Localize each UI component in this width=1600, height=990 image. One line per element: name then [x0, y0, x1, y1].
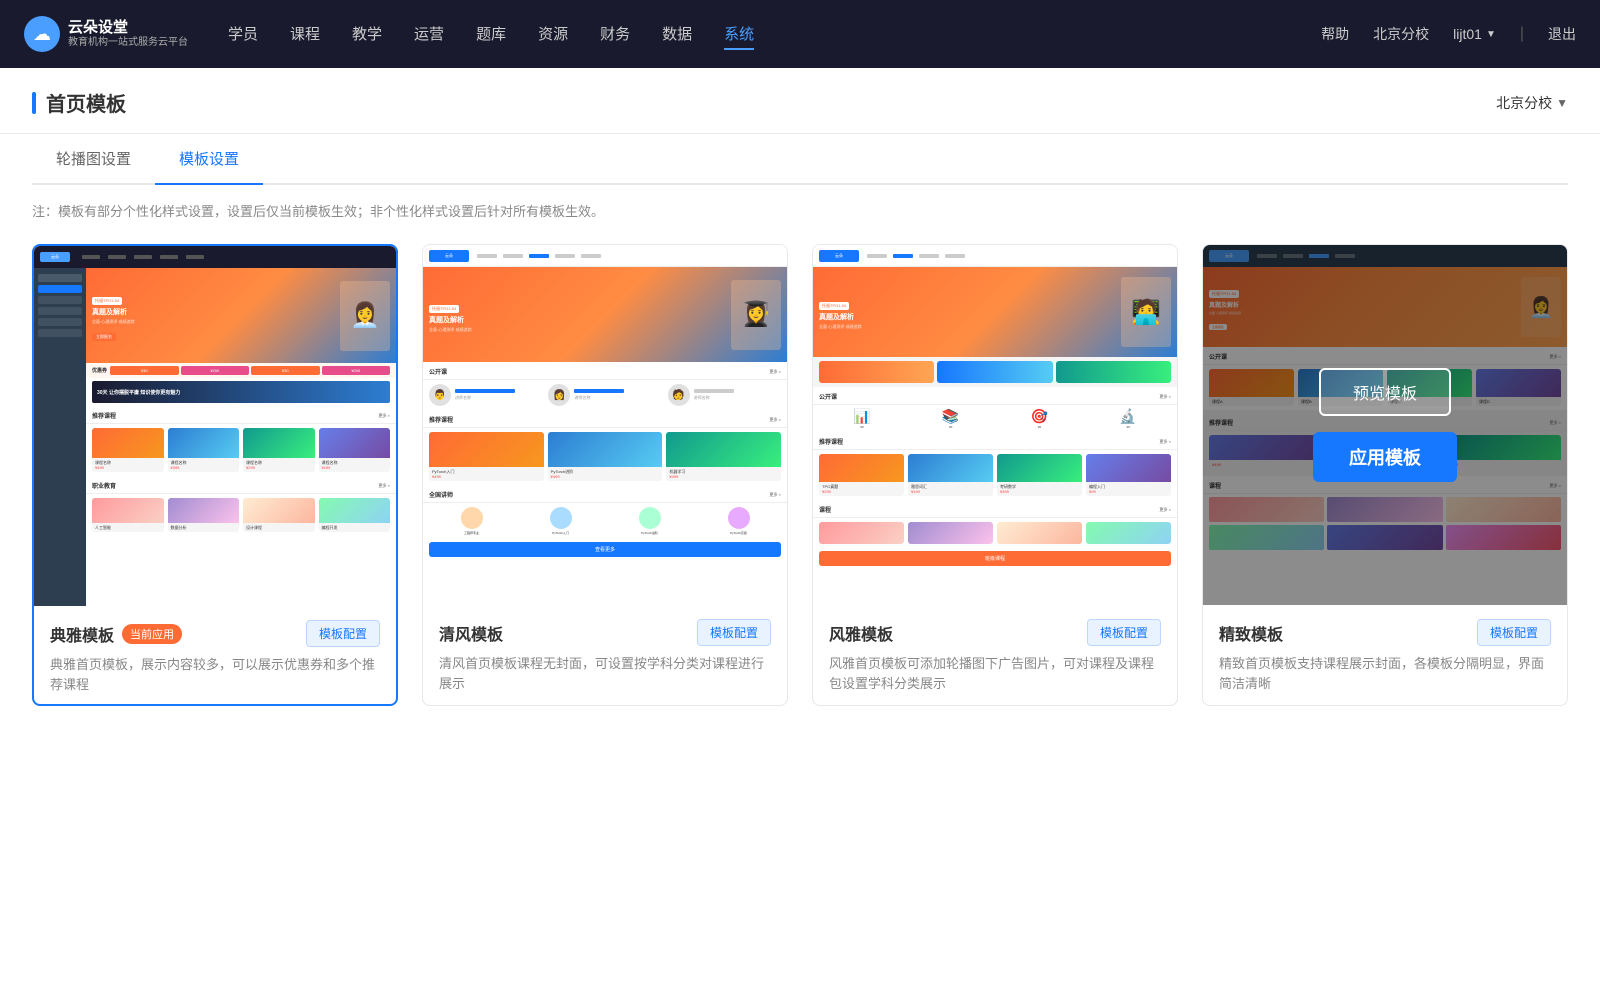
logo-sub: 教育机构一站式服务云平台 [68, 37, 188, 49]
nav-logo[interactable]: ☁ 云朵设堂 教育机构一站式服务云平台 [24, 16, 188, 52]
template-desc-qingfeng: 清风首页模板课程无封面，可设置按学科分类对课程进行展示 [439, 654, 771, 693]
page-content: 首页模板 北京分校 ▼ 轮播图设置 模板设置 注：模板有部分个性化样式设置，设置… [0, 68, 1600, 990]
mini-nav: 云朵 [34, 246, 396, 268]
user-chevron-icon: ▼ [1486, 29, 1496, 40]
main-nav: ☁ 云朵设堂 教育机构一站式服务云平台 学员 课程 教学 运营 题库 资源 财务… [0, 0, 1600, 68]
template-info-dianye: 典雅模板 当前应用 模板配置 典雅首页模板，展示内容较多，可以展示优惠券和多个推… [34, 606, 396, 704]
nav-item-course[interactable]: 课程 [290, 19, 320, 50]
page-title: 首页模板 [46, 88, 126, 117]
template-desc-jingzhi: 精致首页模板支持课程展示封面，各模板分隔明显，界面简洁清晰 [1219, 654, 1551, 693]
mini-site-fengya: 云朵 托福TPO1-54 真题及解析 全面·心理测评 [813, 245, 1177, 605]
branch-selector[interactable]: 北京分校 ▼ [1496, 93, 1568, 129]
template-name-row-dianye: 典雅模板 当前应用 模板配置 [50, 620, 380, 647]
template-card-dianye: 云朵 [32, 244, 398, 706]
nav-logout[interactable]: 退出 [1548, 24, 1576, 44]
current-badge-dianye: 当前应用 [122, 624, 182, 644]
page-title-wrap: 首页模板 [32, 88, 126, 133]
template-name-dianye: 典雅模板 [50, 622, 114, 646]
template-name-row-qingfeng: 清风模板 模板配置 [439, 619, 771, 646]
config-btn-dianye[interactable]: 模板配置 [306, 620, 380, 647]
apply-template-btn[interactable]: 应用模板 [1313, 432, 1457, 482]
nav-item-resource[interactable]: 资源 [538, 19, 568, 50]
nav-item-student[interactable]: 学员 [228, 19, 258, 50]
template-name-qingfeng: 清风模板 [439, 621, 503, 645]
nav-item-question[interactable]: 题库 [476, 19, 506, 50]
logo-main: 云朵设堂 [68, 19, 188, 37]
nav-item-finance[interactable]: 财务 [600, 19, 630, 50]
mini-site-dianye: 云朵 [34, 246, 396, 606]
tab-carousel[interactable]: 轮播图设置 [32, 134, 155, 185]
nav-item-system[interactable]: 系统 [724, 19, 754, 50]
nav-items: 学员 课程 教学 运营 题库 资源 财务 数据 系统 [228, 19, 1321, 50]
templates-grid: 云朵 [0, 236, 1600, 738]
template-desc-dianye: 典雅首页模板，展示内容较多，可以展示优惠券和多个推荐课程 [50, 655, 380, 694]
template-preview-qingfeng[interactable]: 云朵 托福TPO1-54 真题及解析 [423, 245, 787, 605]
nav-item-data[interactable]: 数据 [662, 19, 692, 50]
template-card-qingfeng: 云朵 托福TPO1-54 真题及解析 [422, 244, 788, 706]
template-info-fengya: 风雅模板 模板配置 风雅首页模板可添加轮播图下广告图片，可对课程及课程包设置学科… [813, 605, 1177, 703]
template-preview-jingzhi[interactable]: 云朵 托福TPO1-54 真题及解析 全面·心理测评 [1203, 245, 1567, 605]
template-name-fengya: 风雅模板 [829, 621, 893, 645]
tab-template[interactable]: 模板设置 [155, 134, 263, 185]
template-card-jingzhi: 云朵 托福TPO1-54 真题及解析 全面·心理测评 [1202, 244, 1568, 706]
template-card-fengya: 云朵 托福TPO1-54 真题及解析 全面·心理测评 [812, 244, 1178, 706]
template-info-jingzhi: 精致模板 模板配置 精致首页模板支持课程展示封面，各模板分隔明显，界面简洁清晰 [1203, 605, 1567, 703]
template-name-row-fengya: 风雅模板 模板配置 [829, 619, 1161, 646]
tabs: 轮播图设置 模板设置 [32, 134, 1568, 185]
nav-branch[interactable]: 北京分校 [1373, 24, 1429, 44]
tabs-wrap: 轮播图设置 模板设置 [0, 134, 1600, 185]
template-name-row-jingzhi: 精致模板 模板配置 [1219, 619, 1551, 646]
template-name-jingzhi: 精致模板 [1219, 621, 1283, 645]
template-overlay-jingzhi: 预览模板 应用模板 [1203, 245, 1567, 605]
page-title-bar [32, 92, 36, 114]
config-btn-jingzhi[interactable]: 模板配置 [1477, 619, 1551, 646]
branch-chevron-icon: ▼ [1556, 96, 1568, 110]
nav-item-teaching[interactable]: 教学 [352, 19, 382, 50]
template-desc-fengya: 风雅首页模板可添加轮播图下广告图片，可对课程及课程包设置学科分类展示 [829, 654, 1161, 693]
nav-help[interactable]: 帮助 [1321, 24, 1349, 44]
template-preview-fengya[interactable]: 云朵 托福TPO1-54 真题及解析 全面·心理测评 [813, 245, 1177, 605]
nav-item-operation[interactable]: 运营 [414, 19, 444, 50]
note-text: 注：模板有部分个性化样式设置，设置后仅当前模板生效；非个性化样式设置后针对所有模… [0, 185, 1600, 236]
config-btn-fengya[interactable]: 模板配置 [1087, 619, 1161, 646]
nav-user[interactable]: lijt01 ▼ [1453, 26, 1496, 42]
mini-site-qingfeng: 云朵 托福TPO1-54 真题及解析 [423, 245, 787, 605]
logo-text: 云朵设堂 教育机构一站式服务云平台 [68, 19, 188, 49]
template-info-qingfeng: 清风模板 模板配置 清风首页模板课程无封面，可设置按学科分类对课程进行展示 [423, 605, 787, 703]
config-btn-qingfeng[interactable]: 模板配置 [697, 619, 771, 646]
logo-icon: ☁ [24, 16, 60, 52]
preview-template-btn[interactable]: 预览模板 [1319, 368, 1451, 416]
nav-right: 帮助 北京分校 lijt01 ▼ | 退出 [1321, 24, 1576, 44]
page-header: 首页模板 北京分校 ▼ [0, 68, 1600, 134]
template-preview-dianye[interactable]: 云朵 [34, 246, 396, 606]
